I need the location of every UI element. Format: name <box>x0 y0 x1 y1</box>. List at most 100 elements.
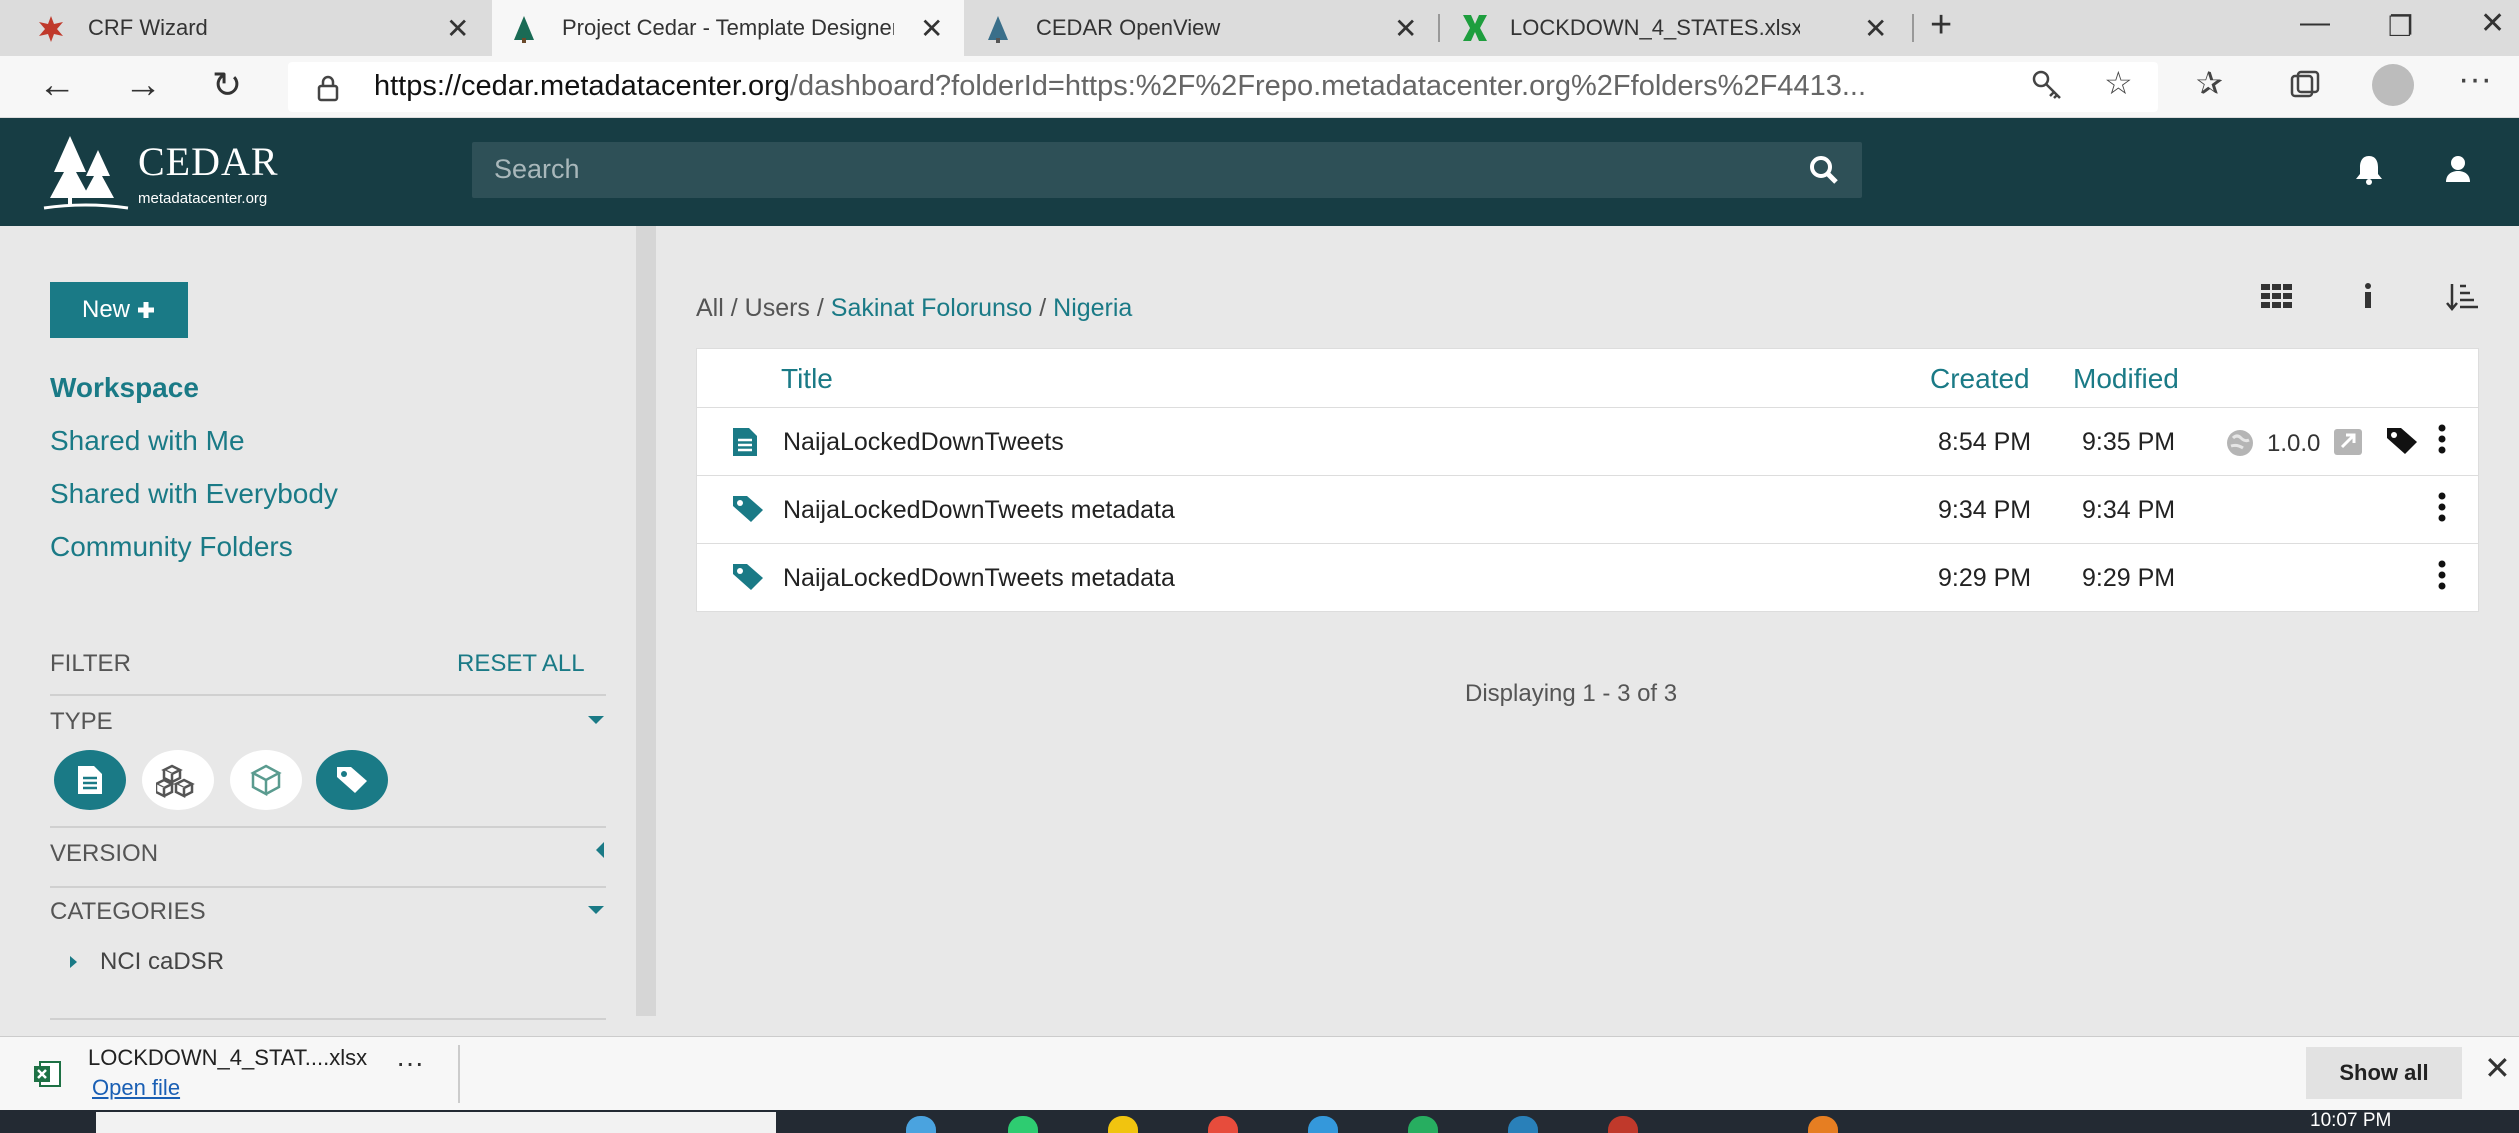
refresh-icon[interactable]: ↻ <box>212 64 242 106</box>
row-title[interactable]: NaijaLockedDownTweets <box>783 428 1064 457</box>
user-account-icon[interactable] <box>2444 154 2472 184</box>
close-window-icon[interactable]: ✕ <box>2480 6 2505 41</box>
template-file-icon <box>733 428 757 456</box>
category-item-nci-cadsr[interactable]: NCI caDSR <box>100 948 224 976</box>
more-menu-icon[interactable]: ··· <box>2458 60 2492 99</box>
close-tab-icon[interactable]: ✕ <box>1864 12 1887 45</box>
open-file-link[interactable]: Open file <box>92 1075 180 1101</box>
grid-view-icon[interactable] <box>2260 282 2294 310</box>
tab-crf-wizard[interactable]: CRF Wizard ✕ <box>0 0 490 56</box>
forward-arrow-icon[interactable]: → <box>124 64 162 107</box>
type-filter-label[interactable]: TYPE <box>50 708 113 736</box>
excel-file-icon <box>34 1061 61 1087</box>
tab-title: LOCKDOWN_4_STATES.xlsx - Google Sheets <box>1510 15 1800 40</box>
row-title[interactable]: NaijaLockedDownTweets metadata <box>783 496 1175 525</box>
tab-cedar-openview[interactable]: CEDAR OpenView ✕ <box>966 0 1438 56</box>
breadcrumb-folder[interactable]: Nigeria <box>1053 294 1132 322</box>
logo-subtext: metadatacenter.org <box>138 190 268 207</box>
categories-expand-caret-icon[interactable] <box>588 906 604 914</box>
taskbar-app-icon[interactable] <box>1808 1116 1838 1133</box>
more-actions-kebab-icon[interactable] <box>2437 492 2447 522</box>
table-row[interactable]: NaijaLockedDownTweets 8:54 PM 9:35 PM 1.… <box>697 407 2478 475</box>
sidebar-item-shared-with-me[interactable]: Shared with Me <box>50 425 245 457</box>
key-icon[interactable] <box>2030 68 2064 102</box>
tab-separator <box>1438 14 1440 42</box>
search-icon[interactable] <box>1808 154 1840 186</box>
taskbar-app-icon[interactable] <box>1008 1116 1038 1133</box>
favorite-star-icon[interactable]: ☆ <box>2104 64 2133 102</box>
display-count: Displaying 1 - 3 of 3 <box>1465 680 1678 707</box>
tab-lockdown-sheet[interactable]: LOCKDOWN_4_STATES.xlsx - Google Sheets ✕ <box>1442 0 1912 56</box>
close-tab-icon[interactable]: ✕ <box>1394 12 1417 45</box>
minimize-icon[interactable]: — <box>2300 6 2330 40</box>
crf-wizard-favicon-icon <box>39 16 63 42</box>
close-tab-icon[interactable]: ✕ <box>920 12 943 45</box>
column-header-title[interactable]: Title <box>781 363 833 395</box>
profile-avatar[interactable] <box>2372 64 2414 106</box>
row-created: 9:29 PM <box>1938 564 2032 592</box>
back-arrow-icon[interactable]: ← <box>38 64 76 107</box>
tab-project-cedar[interactable]: Project Cedar - Template Designer ✕ <box>492 0 964 56</box>
row-created: 9:34 PM <box>1938 496 2032 524</box>
restore-icon[interactable]: ❐ <box>2388 10 2413 43</box>
taskbar-app-icon[interactable] <box>1408 1116 1438 1133</box>
breadcrumb-all[interactable]: All <box>696 294 724 322</box>
row-modified: 9:34 PM <box>2082 496 2176 524</box>
sidebar-scrollbar[interactable] <box>636 226 656 1016</box>
type-expand-caret-icon[interactable] <box>588 716 604 724</box>
logo-text: CEDAR <box>138 139 279 184</box>
metadata-tag-icon <box>733 564 763 590</box>
column-header-created[interactable]: Created <box>1930 363 2030 395</box>
table-row[interactable]: NaijaLockedDownTweets metadata 9:29 PM 9… <box>697 543 2478 611</box>
breadcrumb-users[interactable]: Users <box>745 294 810 322</box>
type-filter-fields-button[interactable] <box>142 750 214 810</box>
favorites-list-icon[interactable]: ✰ <box>2196 64 2223 102</box>
column-header-modified[interactable]: Modified <box>2073 363 2179 395</box>
search-input[interactable]: Search <box>472 142 1862 198</box>
template-file-icon <box>78 766 102 794</box>
row-title[interactable]: NaijaLockedDownTweets metadata <box>783 564 1175 593</box>
taskbar-app-icon[interactable] <box>1508 1116 1538 1133</box>
tab-title: Project Cedar - Template Designer <box>562 15 894 40</box>
open-external-icon[interactable] <box>2333 428 2363 456</box>
info-icon[interactable] <box>2362 282 2374 310</box>
new-button[interactable]: New <box>50 282 188 338</box>
tab-title: CRF Wizard <box>88 15 208 40</box>
sort-order-icon[interactable] <box>2446 282 2478 312</box>
taskbar-app-icon[interactable] <box>1308 1116 1338 1133</box>
category-expand-arrow-icon[interactable] <box>70 956 77 968</box>
cedar-logo[interactable]: CEDAR metadatacenter.org <box>40 130 310 216</box>
taskbar-app-icon[interactable] <box>1208 1116 1238 1133</box>
sidebar-item-shared-with-everybody[interactable]: Shared with Everybody <box>50 478 338 510</box>
browser-tab-strip: CRF Wizard ✕ Project Cedar - Template De… <box>0 0 2519 56</box>
more-actions-kebab-icon[interactable] <box>2437 560 2447 590</box>
new-tab-plus-icon[interactable]: + <box>1930 4 1952 47</box>
plus-icon <box>138 302 154 318</box>
notifications-bell-icon[interactable] <box>2354 154 2384 186</box>
sidebar-item-workspace[interactable]: Workspace <box>50 372 199 404</box>
close-tab-icon[interactable]: ✕ <box>446 12 469 45</box>
taskbar-app-icon[interactable] <box>1608 1116 1638 1133</box>
breadcrumb-user[interactable]: Sakinat Folorunso <box>831 294 1033 322</box>
collections-icon[interactable] <box>2288 68 2322 102</box>
reset-all-link[interactable]: RESET ALL <box>457 650 585 678</box>
url-host: https://cedar.metadatacenter.org <box>374 70 790 102</box>
download-more-icon[interactable]: ··· <box>396 1047 424 1079</box>
categories-filter-label[interactable]: CATEGORIES <box>50 898 206 926</box>
table-row[interactable]: NaijaLockedDownTweets metadata 9:34 PM 9… <box>697 475 2478 543</box>
close-download-bar-icon[interactable]: ✕ <box>2484 1049 2511 1087</box>
type-filter-element-button[interactable] <box>230 750 302 810</box>
type-filter-template-button[interactable] <box>54 750 126 810</box>
version-collapse-caret-icon[interactable] <box>596 842 604 858</box>
version-filter-label[interactable]: VERSION <box>50 840 158 868</box>
divider <box>50 886 606 888</box>
sidebar-item-community-folders[interactable]: Community Folders <box>50 531 293 563</box>
taskbar-app-icon[interactable] <box>1108 1116 1138 1133</box>
taskbar-search-field[interactable] <box>96 1112 776 1133</box>
taskbar-app-icon[interactable] <box>906 1116 936 1133</box>
metadata-tag-icon[interactable] <box>2385 426 2419 456</box>
row-version: 1.0.0 <box>2267 430 2321 457</box>
type-filter-metadata-button[interactable] <box>316 750 388 810</box>
show-all-button[interactable]: Show all <box>2306 1047 2462 1099</box>
more-actions-kebab-icon[interactable] <box>2437 424 2447 454</box>
